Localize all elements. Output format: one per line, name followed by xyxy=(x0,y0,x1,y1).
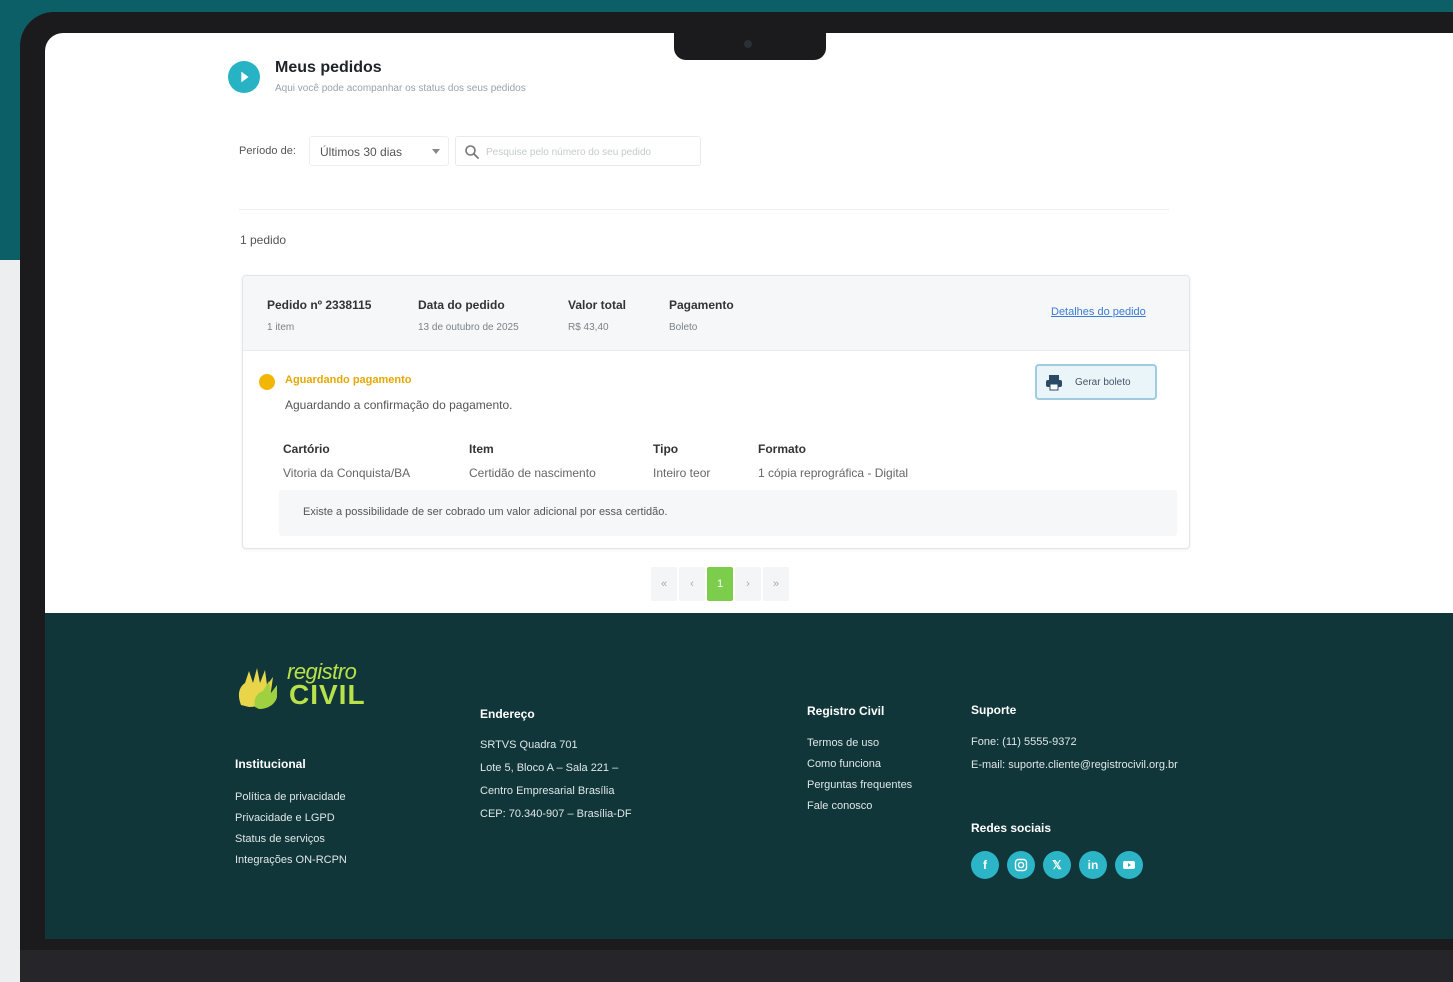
period-select-value: Últimos 30 dias xyxy=(320,145,403,159)
footer-address-line: SRTVS Quadra 701 xyxy=(480,739,578,751)
search-input[interactable] xyxy=(486,142,691,162)
footer-support-heading: Suporte xyxy=(971,703,1017,717)
type-value: Inteiro teor xyxy=(653,466,711,480)
item-label: Item xyxy=(469,442,494,456)
order-total-value: R$ 43,40 xyxy=(568,322,609,333)
footer-social-heading: Redes sociais xyxy=(971,821,1052,835)
pending-status-icon xyxy=(259,374,275,390)
registro-civil-logo[interactable]: registro CIVIL xyxy=(235,657,385,717)
generate-boleto-button[interactable]: Gerar boleto xyxy=(1035,364,1157,400)
period-label: Período de: xyxy=(239,145,296,157)
pagination-current[interactable]: 1 xyxy=(707,567,733,601)
order-payment-value: Boleto xyxy=(669,322,698,333)
instagram-icon[interactable] xyxy=(1007,851,1035,879)
x-icon[interactable]: 𝕏 xyxy=(1043,851,1071,879)
footer-link-faq[interactable]: Perguntas frequentes xyxy=(807,779,912,791)
footer-link-contact[interactable]: Fale conosco xyxy=(807,800,872,812)
footer-address-heading: Endereço xyxy=(480,707,535,721)
order-payment-label: Pagamento xyxy=(669,298,734,312)
office-label: Cartório xyxy=(283,442,330,456)
order-date-label: Data do pedido xyxy=(418,298,505,312)
footer-registro-heading: Registro Civil xyxy=(807,704,885,718)
footer-link-privacy-lgpd[interactable]: Privacidade e LGPD xyxy=(235,812,335,824)
order-number: Pedido nº 2338115 xyxy=(267,298,372,312)
pagination-last[interactable]: » xyxy=(763,567,789,601)
linkedin-icon[interactable]: in xyxy=(1079,851,1107,879)
order-search[interactable] xyxy=(455,136,701,166)
order-total-label: Valor total xyxy=(568,298,627,312)
results-count: 1 pedido xyxy=(240,233,287,247)
laptop-screen: Meus pedidos Aqui você pode acompanhar o… xyxy=(45,33,1453,939)
format-value: 1 cópia reprográfica - Digital xyxy=(758,466,909,480)
divider xyxy=(239,209,1169,210)
order-items: 1 item xyxy=(267,322,295,333)
order-details-link[interactable]: Detalhes do pedido xyxy=(1051,306,1146,318)
social-links: f 𝕏 in xyxy=(971,851,1143,879)
laptop-base xyxy=(20,950,1453,982)
footer-link-service-status[interactable]: Status de serviços xyxy=(235,833,325,845)
logo-text-civil: CIVIL xyxy=(289,679,366,710)
pagination-first[interactable]: « xyxy=(651,567,677,601)
youtube-icon[interactable] xyxy=(1115,851,1143,879)
printer-icon xyxy=(1046,375,1062,391)
search-icon xyxy=(465,145,479,159)
footer-address-line: Lote 5, Bloco A – Sala 221 – xyxy=(480,762,619,774)
footer-address-line: Centro Empresarial Brasília xyxy=(480,785,615,797)
footer-link-terms[interactable]: Termos de uso xyxy=(807,737,879,749)
footer-support-email[interactable]: E-mail: suporte.cliente@registrocivil.or… xyxy=(971,759,1178,771)
footer-support-phone: Fone: (11) 5555-9372 xyxy=(971,736,1077,748)
period-select[interactable]: Últimos 30 dias xyxy=(309,136,449,166)
status-description: Aguardando a confirmação do pagamento. xyxy=(285,398,513,412)
additional-fee-note: Existe a possibilidade de ser cobrado um… xyxy=(279,490,1177,536)
page-subtitle: Aqui você pode acompanhar os status dos … xyxy=(275,83,526,94)
order-card-header: Pedido nº 2338115 1 item Data do pedido … xyxy=(243,276,1189,351)
pagination-next[interactable]: › xyxy=(735,567,761,601)
item-value: Certidão de nascimento xyxy=(469,466,596,480)
office-value: Vitoria da Conquista/BA xyxy=(283,466,411,480)
type-label: Tipo xyxy=(653,442,679,456)
footer-link-privacy-policy[interactable]: Política de privacidade xyxy=(235,791,346,803)
pagination-prev[interactable]: ‹ xyxy=(679,567,705,601)
site-footer: registro CIVIL Institucional Política de… xyxy=(45,613,1453,939)
generate-boleto-label: Gerar boleto xyxy=(1075,376,1131,388)
order-date-value: 13 de outubro de 2025 xyxy=(418,322,519,333)
footer-link-how-it-works[interactable]: Como funciona xyxy=(807,758,881,770)
chevron-down-icon xyxy=(432,149,440,154)
footer-link-integrations[interactable]: Integrações ON-RCPN xyxy=(235,854,347,866)
footer-address-line: CEP: 70.340-907 – Brasília-DF xyxy=(480,808,632,820)
hands-logo-icon xyxy=(238,668,277,709)
facebook-icon[interactable]: f xyxy=(971,851,999,879)
orders-icon xyxy=(228,61,260,93)
status-badge: Aguardando pagamento xyxy=(285,374,412,386)
camera-icon xyxy=(744,40,752,48)
page-title: Meus pedidos xyxy=(275,59,382,76)
pagination: « ‹ 1 › » xyxy=(651,567,789,601)
footer-institutional-heading: Institucional xyxy=(235,757,306,771)
order-card: Pedido nº 2338115 1 item Data do pedido … xyxy=(242,275,1190,549)
format-label: Formato xyxy=(758,442,806,456)
